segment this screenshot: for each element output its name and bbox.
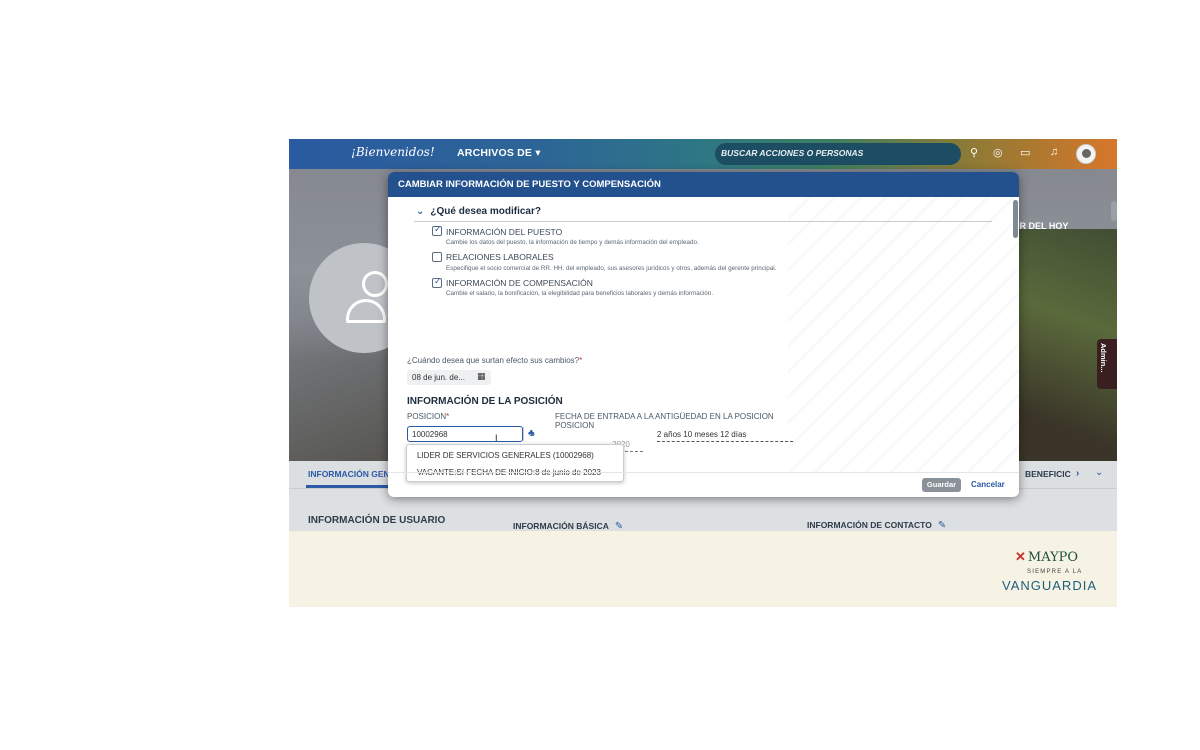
section-toggle[interactable]: ⌄ ¿Qué desea modificar? [416, 206, 541, 217]
avatar-head [362, 271, 388, 297]
posicion-value: 10002968 [412, 430, 448, 439]
required-mark: * [446, 412, 450, 421]
page-scrollbar[interactable] [1111, 201, 1117, 221]
avatar-body [346, 299, 386, 323]
effective-date-label: ¿Cuándo desea que surtan efecto sus camb… [407, 356, 582, 365]
suggestion-item[interactable]: LIDER DE SERVICIOS GENERALES (10002968) [417, 451, 594, 460]
edit-contacto-icon[interactable]: ✎ [938, 520, 946, 531]
maypo-logo: ✕ MAYPO [1015, 550, 1078, 565]
grid-icon[interactable]: ▭ [1020, 146, 1030, 159]
background-streaks [788, 197, 1019, 472]
user-avatar[interactable] [1076, 144, 1096, 164]
effective-date-field[interactable]: 08 de jun. de... ▦ [407, 370, 491, 385]
archivos-menu[interactable]: ARCHIVOS DE ▾ [457, 147, 541, 159]
section-usuario: INFORMACIÓN DE USUARIO [308, 515, 446, 526]
dialog-scrollbar[interactable] [1013, 200, 1018, 238]
posicion-input[interactable]: 10002968 ⌄ [407, 426, 536, 442]
section-basica-label: INFORMACIÓN BÁSICA [513, 521, 609, 531]
chevron-down-icon: ⌄ [416, 206, 425, 217]
option-desc-relaciones: Especifique el socio comercial de RR. HH… [446, 265, 777, 272]
app-window: ¡Bienvenidos! ARCHIVOS DE ▾ BUSCAR ACCIO… [289, 139, 1117, 607]
posicion-suggestions: LIDER DE SERVICIOS GENERALES (10002968) … [406, 444, 624, 482]
chevron-down-icon[interactable]: ⌄ [1095, 467, 1103, 478]
chevron-right-icon[interactable]: › [1076, 468, 1079, 479]
option-title-relaciones: RELACIONES LABORALES [446, 252, 554, 262]
checkbox-relaciones-laborales[interactable] [432, 252, 442, 262]
bell-icon[interactable]: ♫ [1050, 146, 1058, 158]
checkbox-compensacion[interactable] [432, 276, 442, 288]
chat-icon[interactable]: ◎ [993, 146, 1003, 159]
change-position-dialog: CAMBIAR INFORMACIÓN DE PUESTO Y COMPENSA… [388, 172, 1019, 497]
search-placeholder: BUSCAR ACCIONES O PERSONAS [721, 148, 864, 158]
effective-date-text: ¿Cuándo desea que surtan efecto sus camb… [407, 356, 580, 365]
option-desc-puesto: Cambie los datos del puesto, la informac… [446, 239, 699, 246]
logo[interactable]: ¡Bienvenidos! [351, 145, 435, 159]
save-button[interactable]: Guardar [922, 478, 961, 492]
search-input[interactable]: BUSCAR ACCIONES O PERSONAS [715, 143, 961, 165]
required-mark: * [579, 356, 583, 365]
section-contacto: INFORMACIÓN DE CONTACTO ✎ [807, 520, 946, 531]
brand-footer: ✕ MAYPO SIEMPRE A LA VANGUARDIA [289, 531, 1117, 607]
maypo-vanguardia: VANGUARDIA [1002, 578, 1097, 593]
org-chart-icon[interactable]: ♣ [528, 428, 535, 439]
search-icon[interactable]: ⚲ [970, 146, 978, 159]
calendar-icon[interactable]: ▦ [477, 371, 486, 382]
checkbox-info-puesto[interactable] [432, 224, 442, 236]
tab-informacion-general[interactable]: INFORMACIÓN GEN [308, 469, 390, 479]
maypo-tagline: SIEMPRE A LA [1027, 569, 1083, 575]
top-bar: ¡Bienvenidos! ARCHIVOS DE ▾ BUSCAR ACCIO… [289, 139, 1117, 169]
antiguedad-label: ANTIGÜEDAD EN LA POSICION [655, 412, 774, 421]
cancel-button[interactable]: Cancelar [971, 480, 1005, 489]
tab-beneficios[interactable]: BENEFICIC [1025, 469, 1071, 479]
posicion-label-text: POSICION [407, 412, 447, 421]
maypo-mark-icon: ✕ [1015, 550, 1026, 565]
section-contacto-label: INFORMACIÓN DE CONTACTO [807, 520, 932, 530]
position-section-title: INFORMACIÓN DE LA POSICIÓN [407, 396, 563, 407]
fecha-entrada-label: FECHA DE ENTRADA A LA POSICION [555, 412, 654, 430]
divider [414, 221, 992, 222]
antiguedad-value: 2 años 10 meses 12 días [657, 430, 793, 442]
divider [388, 472, 1019, 473]
effective-date-value: 08 de jun. de... [412, 373, 465, 382]
section-title: ¿Qué desea modificar? [430, 206, 541, 217]
option-title-puesto: INFORMACIÓN DEL PUESTO [446, 227, 563, 237]
option-title-compensacion: INFORMACIÓN DE COMPENSACIÓN [446, 278, 593, 288]
admin-side-tab[interactable]: Admin... [1097, 339, 1117, 389]
option-desc-compensacion: Cambie el salario, la bonificación, la e… [446, 290, 714, 297]
maypo-brand: MAYPO [1027, 550, 1079, 565]
header-label: IR DEL HOY [1017, 221, 1069, 231]
side-tab-label: Admin... [1099, 343, 1108, 373]
posicion-label: POSICION* [407, 412, 449, 421]
text-cursor-icon: I [495, 433, 498, 443]
dialog-title: CAMBIAR INFORMACIÓN DE PUESTO Y COMPENSA… [398, 179, 661, 190]
dialog-header: CAMBIAR INFORMACIÓN DE PUESTO Y COMPENSA… [388, 172, 1019, 197]
